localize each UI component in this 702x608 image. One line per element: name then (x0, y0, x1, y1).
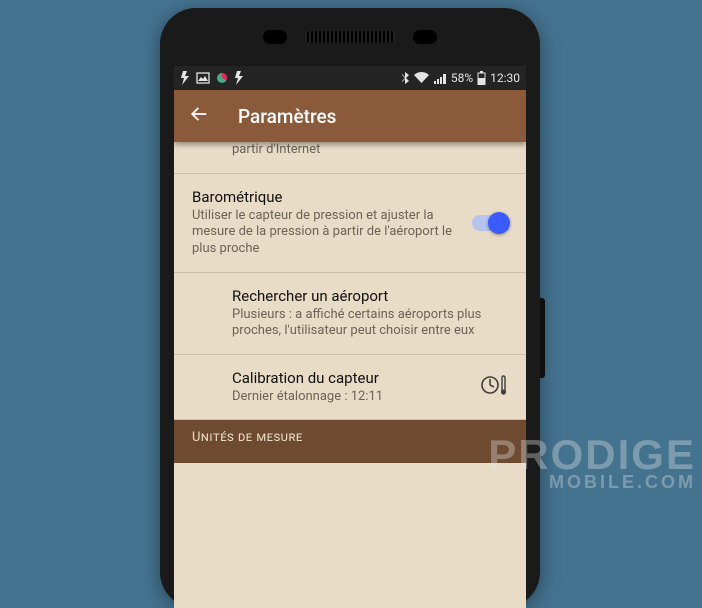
phone-speaker (305, 31, 395, 43)
phone-frame: 58% 12:30 Paramètres partir d'Internet B… (160, 8, 540, 608)
pie-icon (216, 72, 228, 84)
flash-icon (234, 71, 244, 85)
settings-list[interactable]: partir d'Internet Barométrique Utiliser … (174, 142, 526, 463)
wifi-icon (414, 72, 429, 84)
battery-percent: 58% (451, 71, 473, 85)
page-title: Paramètres (238, 105, 336, 128)
section-units-header: Unités de mesure (174, 420, 526, 463)
row-title: Rechercher un aéroport (232, 287, 498, 305)
phone-sensor (263, 30, 287, 44)
back-button[interactable] (188, 103, 210, 129)
phone-sensor (413, 30, 437, 44)
row-subtitle: Plusieurs : a affiché certains aéroports… (232, 307, 498, 340)
calibration-icon (480, 373, 508, 401)
signal-icon (433, 72, 447, 84)
app-bar: Paramètres (174, 90, 526, 142)
bluetooth-icon (401, 71, 410, 85)
barometric-toggle[interactable] (472, 215, 508, 231)
flash-icon (180, 71, 190, 85)
arrow-left-icon (188, 103, 210, 125)
row-subtitle: Utiliser le capteur de pression et ajust… (192, 208, 462, 258)
battery-icon (477, 71, 486, 85)
row-search-airport[interactable]: Rechercher un aéroport Plusieurs : a aff… (174, 273, 526, 355)
toggle-knob (488, 212, 510, 234)
row-title: Barométrique (192, 188, 462, 206)
row-internet-source[interactable]: partir d'Internet (174, 142, 526, 174)
row-title: Calibration du capteur (232, 369, 470, 387)
phone-side-button (540, 298, 545, 378)
row-sensor-calibration[interactable]: Calibration du capteur Dernier étalonnag… (174, 355, 526, 421)
status-bar: 58% 12:30 (174, 66, 526, 90)
row-barometric[interactable]: Barométrique Utiliser le capteur de pres… (174, 174, 526, 273)
image-icon (196, 72, 210, 84)
clock-text: 12:30 (490, 71, 520, 85)
row-subtitle: Dernier étalonnage : 12:11 (232, 389, 470, 406)
row-subtitle: partir d'Internet (232, 142, 498, 159)
screen: 58% 12:30 Paramètres partir d'Internet B… (174, 66, 526, 608)
phone-speaker-area (160, 30, 540, 44)
